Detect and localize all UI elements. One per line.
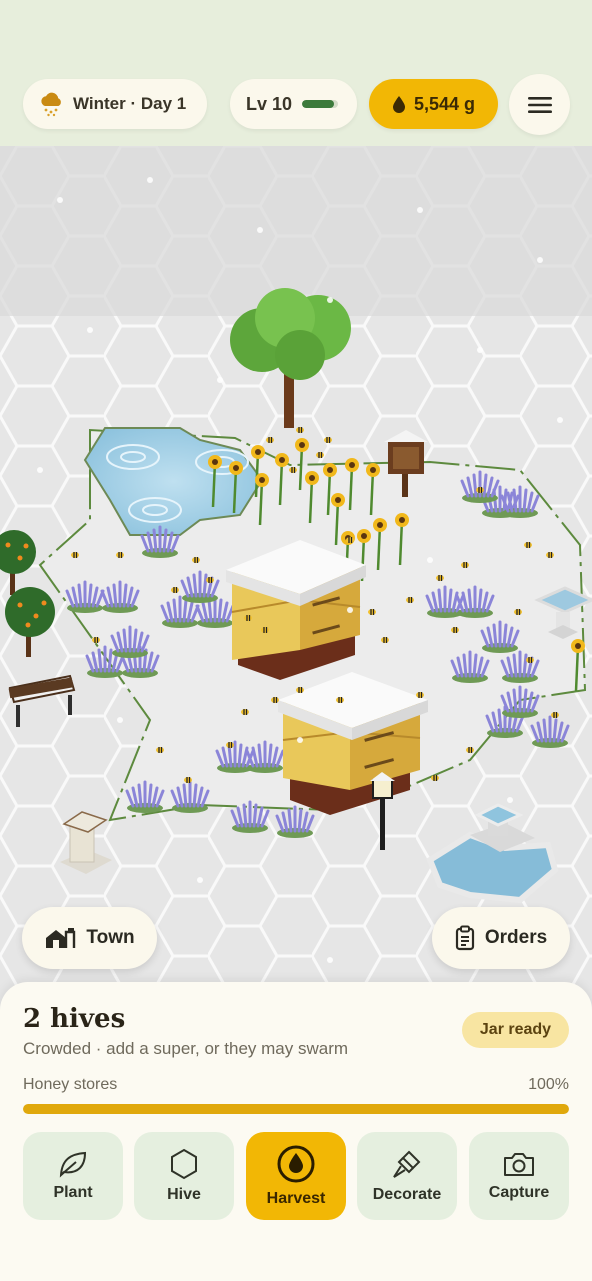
action-bar: Plant Hive Harvest Decorate Capture	[23, 1132, 569, 1220]
garden-scene[interactable]	[0, 146, 592, 1026]
hexagon-icon	[171, 1148, 197, 1180]
leaf-icon	[59, 1151, 87, 1178]
capture-button[interactable]: Capture	[469, 1132, 569, 1220]
orders-label: Orders	[484, 927, 548, 948]
camera-icon	[504, 1153, 534, 1176]
clipboard-icon	[455, 925, 474, 951]
honey-drop-icon	[392, 96, 405, 113]
town-button[interactable]: Town	[22, 907, 157, 969]
plant-button[interactable]: Plant	[23, 1132, 123, 1220]
top-bar: Winter · Day 1 Lv 10 5,544 g	[0, 0, 592, 146]
menu-button[interactable]	[509, 74, 570, 135]
hamburger-menu-icon	[527, 96, 552, 113]
paintbrush-icon	[393, 1150, 421, 1178]
honey-stores-fill	[23, 1104, 569, 1114]
town-house-icon	[46, 928, 76, 948]
hive-info-panel: 2 hives Crowded · add a super, or they m…	[0, 982, 592, 1281]
snow-cloud-icon	[41, 92, 61, 117]
plant-label: Plant	[53, 1184, 93, 1201]
harvest-button[interactable]: Harvest	[246, 1132, 346, 1220]
harvest-label: Harvest	[266, 1190, 326, 1207]
level-pill[interactable]: Lv 10	[230, 79, 357, 129]
jar-ready-badge[interactable]: Jar ready	[462, 1012, 569, 1048]
honey-drop-icon	[277, 1145, 315, 1183]
level-progress-bar	[302, 100, 339, 108]
hive-button[interactable]: Hive	[134, 1132, 234, 1220]
level-progress-fill	[302, 100, 335, 108]
hive-label: Hive	[167, 1186, 201, 1203]
decorate-label: Decorate	[372, 1186, 442, 1203]
honey-stores-value: 100%	[528, 1076, 569, 1093]
orders-button[interactable]: Orders	[432, 907, 570, 969]
hive-count-title: 2 hives	[23, 1004, 126, 1034]
capture-label: Capture	[488, 1184, 550, 1201]
hive-status-text: Crowded · add a super, or they may swarm	[23, 1039, 349, 1058]
level-label: Lv 10	[246, 93, 293, 114]
honey-stores-label: Honey stores	[23, 1076, 118, 1093]
season-pill[interactable]: Winter · Day 1	[23, 79, 207, 129]
honey-pill[interactable]: 5,544 g	[369, 79, 498, 129]
season-label: Winter · Day 1	[73, 94, 187, 113]
honey-stores-bar	[23, 1104, 569, 1114]
decorate-button[interactable]: Decorate	[357, 1132, 457, 1220]
honey-amount: 5,544 g	[413, 93, 476, 114]
garden-map[interactable]	[0, 146, 592, 1026]
town-label: Town	[86, 927, 135, 948]
